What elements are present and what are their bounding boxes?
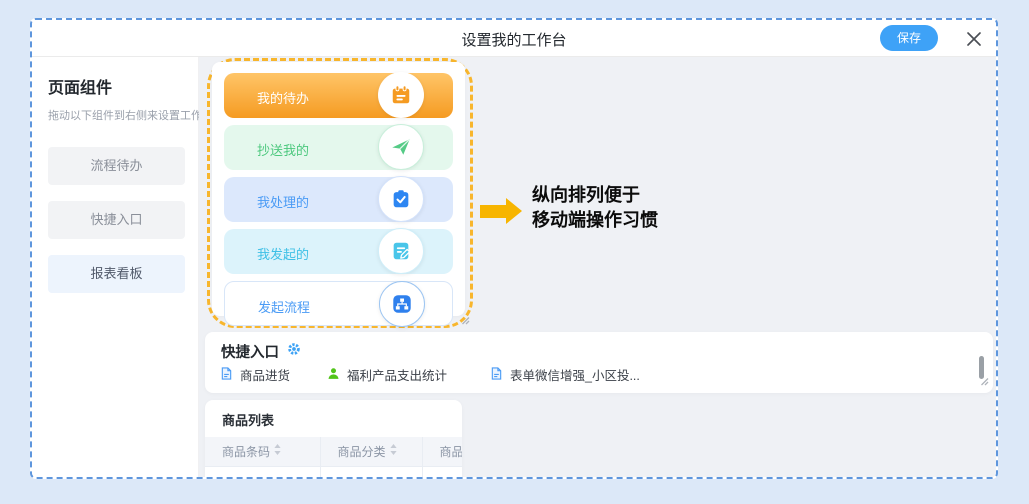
card-label: 发起流程 [258, 297, 310, 316]
card-cc-to-me[interactable]: 抄送我的 [224, 125, 453, 170]
sort-icon[interactable] [390, 444, 397, 458]
column-label: 商品条码 [222, 445, 270, 459]
column-label: 商品名称 [440, 445, 463, 459]
annotation-line2: 移动端操作习惯 [532, 208, 658, 233]
workbench-canvas: 我的待办 抄送我的 [199, 57, 996, 479]
annotation-line1: 纵向排列便于 [532, 183, 658, 208]
quick-link-label: 福利产品支出统计 [347, 365, 447, 384]
column-header-name[interactable]: 商品名称 [422, 437, 462, 467]
quick-entry-panel[interactable]: 快捷入口 商品进货 [205, 332, 993, 393]
column-label: 商品分类 [338, 445, 386, 459]
cell-category: 茶叶 [320, 467, 422, 480]
page-background: 设置我的工作台 保存 页面组件 拖动以下组件到右侧来设置工作台 流程待办 快捷入… [0, 0, 1029, 504]
table-row[interactable]: 10970513 茶叶 普洱茶 [205, 467, 462, 480]
quick-link-wechat-form[interactable]: 表单微信增强_小区投... [490, 365, 640, 384]
panel-resize-handle[interactable] [461, 312, 470, 330]
cell-barcode: 10970513 [205, 467, 320, 480]
card-initiated-by-me[interactable]: 我发起的 [224, 229, 453, 274]
card-handled-by-me[interactable]: 我处理的 [224, 177, 453, 222]
sidebar-item-quick-entry[interactable]: 快捷入口 [48, 201, 185, 239]
product-table-title: 商品列表 [205, 400, 462, 437]
edit-note-icon [378, 228, 424, 274]
sort-icon[interactable] [274, 444, 281, 458]
modal-title: 设置我的工作台 [32, 29, 996, 50]
card-label: 抄送我的 [257, 140, 309, 159]
column-header-barcode[interactable]: 商品条码 [205, 437, 320, 467]
card-label: 我发起的 [257, 244, 309, 263]
clipboard-check-icon [378, 176, 424, 222]
product-list-panel[interactable]: 商品列表 商品条码 商品分类 商品名称 [205, 400, 462, 479]
user-icon [327, 367, 340, 383]
gear-icon[interactable] [287, 342, 301, 361]
save-button[interactable]: 保存 [880, 25, 938, 51]
arrow-shaft [480, 205, 506, 218]
card-start-process[interactable]: 发起流程 [224, 281, 453, 326]
quick-link-product-purchase[interactable]: 商品进货 [220, 365, 290, 384]
annotation-arrow-icon [480, 198, 522, 224]
modal-header: 设置我的工作台 保存 [32, 20, 996, 57]
components-sidebar: 页面组件 拖动以下组件到右侧来设置工作台 流程待办 快捷入口 报表看板 [32, 57, 199, 479]
annotation-text: 纵向排列便于 移动端操作习惯 [532, 183, 658, 233]
card-label: 我的待办 [257, 88, 309, 107]
todo-widget-panel[interactable]: 我的待办 抄送我的 [212, 62, 465, 316]
card-my-todo[interactable]: 我的待办 [224, 73, 453, 118]
panel-resize-handle[interactable] [980, 373, 989, 391]
sitemap-icon [379, 281, 425, 327]
paper-plane-icon [378, 124, 424, 170]
table-header-row: 商品条码 商品分类 商品名称 [205, 437, 462, 467]
quick-entry-header: 快捷入口 [221, 341, 301, 362]
quick-entry-title: 快捷入口 [221, 341, 279, 362]
sidebar-item-process-todo[interactable]: 流程待办 [48, 147, 185, 185]
close-icon[interactable] [965, 30, 983, 48]
modal-body: 页面组件 拖动以下组件到右侧来设置工作台 流程待办 快捷入口 报表看板 我的待办 [32, 57, 996, 479]
file-icon [220, 367, 233, 383]
column-header-category[interactable]: 商品分类 [320, 437, 422, 467]
file-icon [490, 367, 503, 383]
calendar-icon [378, 72, 424, 118]
quick-link-label: 商品进货 [240, 365, 290, 384]
arrow-head [506, 198, 522, 224]
sidebar-title: 页面组件 [48, 74, 184, 98]
product-table: 商品条码 商品分类 商品名称 [205, 437, 462, 479]
quick-link-label: 表单微信增强_小区投... [510, 365, 640, 384]
sidebar-item-report-board[interactable]: 报表看板 [48, 255, 185, 293]
card-label: 我处理的 [257, 192, 309, 211]
workbench-settings-modal: 设置我的工作台 保存 页面组件 拖动以下组件到右侧来设置工作台 流程待办 快捷入… [30, 18, 998, 479]
quick-link-welfare-stats[interactable]: 福利产品支出统计 [327, 365, 447, 384]
sidebar-subtitle: 拖动以下组件到右侧来设置工作台 [48, 107, 184, 123]
cell-name: 普洱茶 [422, 467, 462, 480]
